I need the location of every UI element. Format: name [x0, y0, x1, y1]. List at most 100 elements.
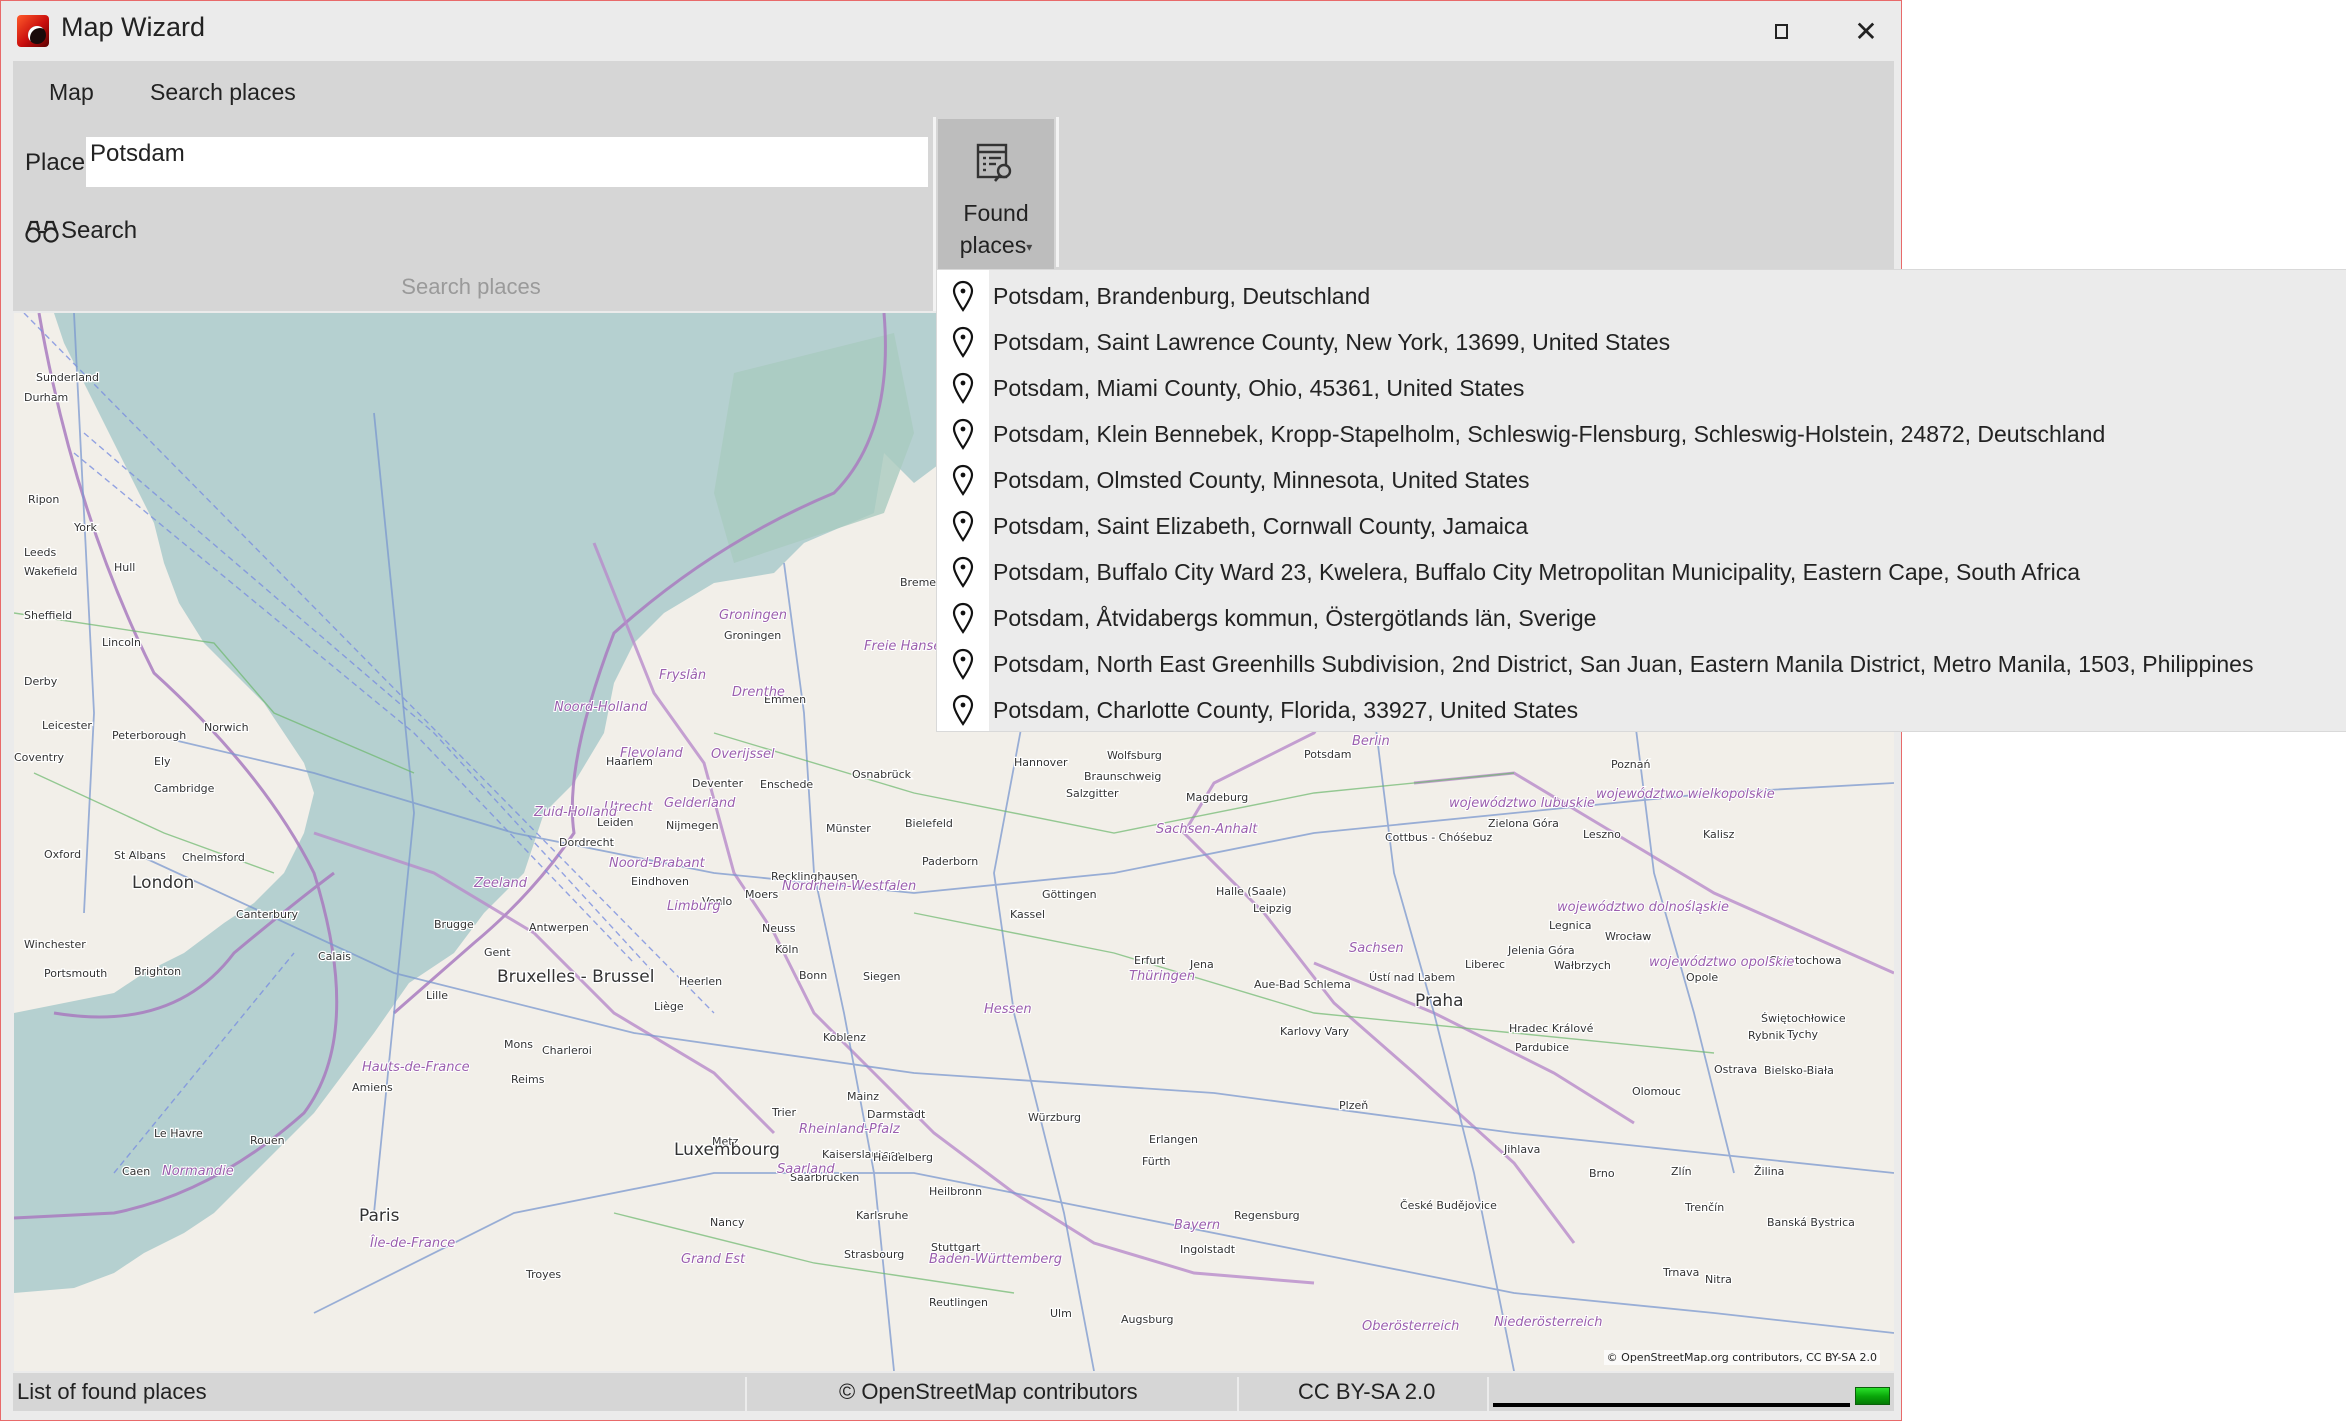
city-label: Plzeň — [1339, 1099, 1368, 1112]
region-label: Hauts-de-France — [362, 1060, 470, 1075]
city-label: Ripon — [28, 493, 59, 506]
region-label: Berlin — [1352, 734, 1390, 749]
region-label: Oberösterreich — [1362, 1319, 1459, 1334]
city-label: Oxford — [44, 848, 81, 861]
found-place-item[interactable]: Potsdam, Charlotte County, Florida, 3392… — [937, 687, 2346, 733]
maximize-button[interactable] — [1741, 1, 1821, 61]
status-message: List of found places — [17, 1379, 207, 1404]
status-osm-credit: © OpenStreetMap contributors — [839, 1379, 1138, 1404]
found-place-item[interactable]: Potsdam, Miami County, Ohio, 45361, Unit… — [937, 365, 2346, 411]
search-button[interactable]: Search — [25, 211, 137, 251]
city-label: Leicester — [42, 719, 92, 732]
city-label: Wałbrzych — [1554, 959, 1611, 972]
found-places-button[interactable]: Found places▾ — [938, 119, 1054, 271]
city-label: Neuss — [762, 922, 796, 935]
city-label: Nancy — [710, 1216, 745, 1229]
city-label: Opole — [1686, 971, 1718, 984]
city-label: Le Havre — [154, 1127, 203, 1140]
city-label: Hull — [114, 561, 135, 574]
place-input[interactable] — [86, 137, 928, 187]
city-label: Banská Bystrica — [1767, 1216, 1855, 1229]
city-label: Strasbourg — [844, 1248, 904, 1261]
city-label: Rouen — [250, 1134, 285, 1147]
city-label: Nijmegen — [666, 819, 719, 832]
city-label: Caen — [122, 1165, 150, 1178]
region-label: Sachsen — [1349, 941, 1404, 956]
city-label: Kalisz — [1703, 828, 1735, 841]
tab-map[interactable]: Map — [49, 79, 94, 106]
found-place-item[interactable]: Potsdam, Olmsted County, Minnesota, Unit… — [937, 457, 2346, 503]
city-label: Durham — [24, 391, 68, 404]
city-label: Münster — [826, 822, 871, 835]
maximize-icon — [1774, 23, 1788, 39]
city-label: Jelenia Góra — [1507, 944, 1575, 957]
map-pin-icon — [937, 556, 989, 588]
found-place-label: Potsdam, Brandenburg, Deutschland — [993, 282, 1371, 309]
city-label: Leeds — [24, 546, 56, 559]
city-label: Gent — [484, 946, 511, 959]
found-place-item[interactable]: Potsdam, Klein Bennebek, Kropp-Stapelhol… — [937, 411, 2346, 457]
city-label: Siegen — [863, 970, 901, 983]
region-label: Rheinland-Pfalz — [799, 1122, 901, 1137]
map-pin-icon — [952, 648, 974, 680]
city-label: Bielefeld — [905, 817, 953, 830]
tab-search-places[interactable]: Search places — [150, 79, 296, 106]
city-label: Zielona Góra — [1488, 817, 1559, 830]
city-label: Luxembourg — [674, 1140, 780, 1160]
found-place-item[interactable]: Potsdam, Buffalo City Ward 23, Kwelera, … — [937, 549, 2346, 595]
city-label: Reutlingen — [929, 1296, 988, 1309]
city-label: Heilbronn — [929, 1185, 982, 1198]
region-label: Flevoland — [620, 746, 684, 761]
city-label: Erlangen — [1149, 1133, 1198, 1146]
app-logo-icon — [17, 15, 49, 47]
region-label: Hessen — [984, 1002, 1032, 1017]
region-label: województwo dolnośląskie — [1557, 900, 1729, 915]
status-separator — [1237, 1377, 1239, 1411]
city-label: České Budějovice — [1400, 1199, 1497, 1212]
map-pin-icon — [952, 510, 974, 542]
found-place-item[interactable]: Potsdam, Åtvidabergs kommun, Östergötlan… — [937, 595, 2346, 641]
region-label: Fryslân — [659, 668, 706, 683]
map-pin-icon — [952, 326, 974, 358]
region-label: Overijssel — [711, 747, 775, 762]
close-button[interactable]: ✕ — [1826, 1, 1906, 61]
city-label: Ingolstadt — [1180, 1243, 1236, 1256]
map-pin-icon — [952, 372, 974, 404]
region-label: Baden-Württemberg — [929, 1252, 1062, 1267]
found-place-item[interactable]: Potsdam, North East Greenhills Subdivisi… — [937, 641, 2346, 687]
map-pin-icon — [937, 648, 989, 680]
city-label: Darmstadt — [867, 1108, 926, 1121]
found-place-item[interactable]: Potsdam, Saint Lawrence County, New York… — [937, 319, 2346, 365]
city-label: Groningen — [724, 629, 781, 642]
map-pin-icon — [937, 510, 989, 542]
found-places-line2: places — [959, 232, 1027, 258]
region-label: Normandie — [162, 1164, 234, 1179]
window-title: Map Wizard — [61, 12, 206, 42]
found-place-label: Potsdam, Miami County, Ohio, 45361, Unit… — [993, 374, 1525, 401]
city-label: Brno — [1589, 1167, 1615, 1180]
found-place-label: Potsdam, Klein Bennebek, Kropp-Stapelhol… — [993, 420, 2106, 447]
region-label: Thüringen — [1129, 969, 1195, 984]
city-label: Hradec Králové — [1509, 1022, 1594, 1035]
status-bar: List of found places © OpenStreetMap con… — [13, 1373, 1894, 1411]
city-label: London — [132, 873, 194, 893]
city-label: Antwerpen — [529, 921, 589, 934]
city-label: Legnica — [1549, 919, 1592, 932]
found-place-item[interactable]: Potsdam, Brandenburg, Deutschland — [937, 273, 2346, 319]
city-label: Karlovy Vary — [1280, 1025, 1350, 1038]
found-place-label: Potsdam, Charlotte County, Florida, 3392… — [993, 696, 1579, 723]
found-place-item[interactable]: Potsdam, Saint Elizabeth, Cornwall Count… — [937, 503, 2346, 549]
city-label: Sheffield — [24, 609, 72, 622]
city-label: Köln — [775, 943, 798, 956]
title-bar[interactable]: Map Wizard ✕ — [1, 1, 1901, 61]
city-label: Eindhoven — [631, 875, 689, 888]
city-label: Peterborough — [112, 729, 186, 742]
map-attribution[interactable]: © OpenStreetMap.org contributors, CC BY-… — [1603, 1350, 1880, 1365]
city-label: Poznań — [1611, 758, 1650, 771]
city-label: Wolfsburg — [1107, 749, 1162, 762]
map-pin-icon — [952, 694, 974, 726]
region-label: Sachsen-Anhalt — [1156, 822, 1258, 837]
city-label: Olomouc — [1632, 1085, 1681, 1098]
city-label: Bielsko-Biała — [1764, 1064, 1834, 1077]
group-separator — [933, 117, 936, 311]
